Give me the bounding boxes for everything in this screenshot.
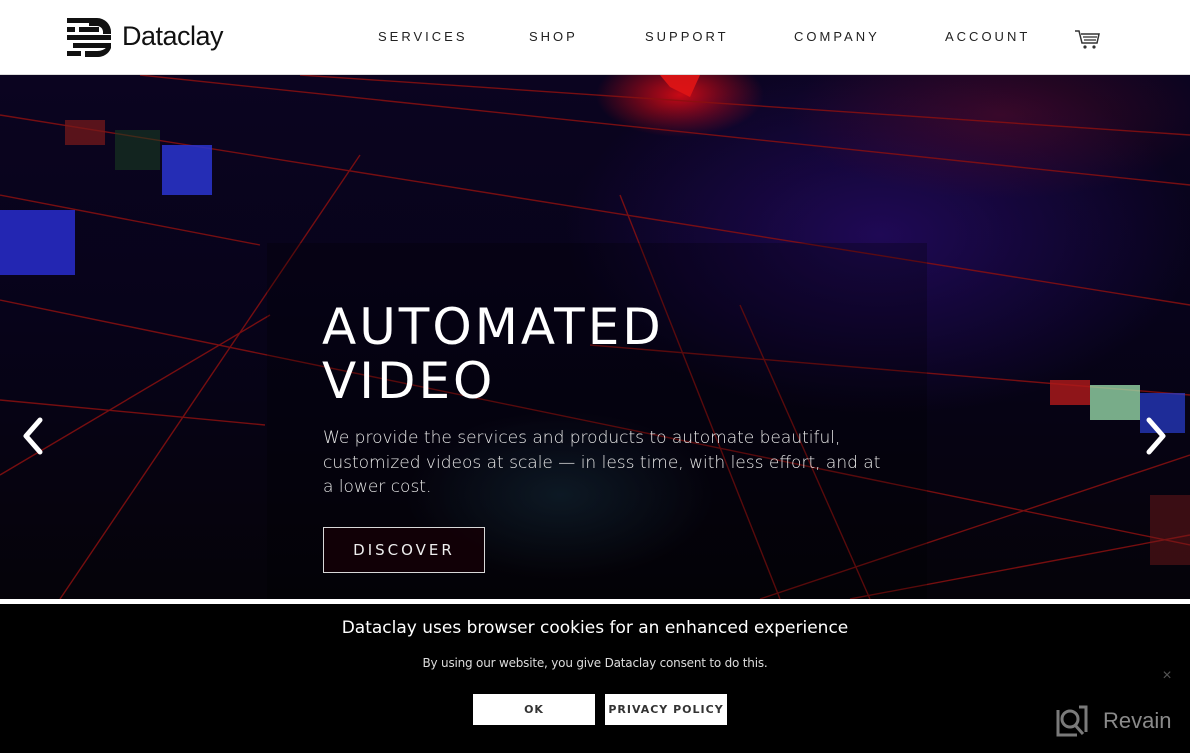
hero-description: We provide the services and products to … xyxy=(323,428,881,497)
privacy-policy-button[interactable]: PRIVACY POLICY xyxy=(605,694,727,725)
close-icon[interactable]: × xyxy=(1159,668,1175,684)
hero-title: AUTOMATED VIDEO xyxy=(322,300,664,408)
nav-shop[interactable]: SHOP xyxy=(529,29,578,44)
chevron-left-icon[interactable] xyxy=(20,416,46,456)
nav-support[interactable]: SUPPORT xyxy=(645,29,729,44)
brand-logo[interactable]: Dataclay xyxy=(67,16,224,59)
cookie-text: By using our website, you give Dataclay … xyxy=(422,656,768,670)
hero-title-line-2: VIDEO xyxy=(322,352,496,410)
revain-logo-icon xyxy=(1056,705,1088,737)
shopping-cart-icon[interactable] xyxy=(1074,28,1102,52)
revain-label: Revain xyxy=(1103,708,1172,733)
site-header: Dataclay SERVICES SHOP SUPPORT COMPANY A… xyxy=(0,0,1190,75)
hero-title-line-1: AUTOMATED xyxy=(322,298,664,356)
chevron-right-icon[interactable] xyxy=(1143,416,1169,456)
brand-name: Dataclay xyxy=(122,21,224,51)
nav-services[interactable]: SERVICES xyxy=(378,29,468,44)
nav-account[interactable]: ACCOUNT xyxy=(945,29,1030,44)
cookie-banner: Dataclay uses browser cookies for an enh… xyxy=(0,604,1190,753)
cookie-ok-button[interactable]: OK xyxy=(473,694,595,725)
nav-company[interactable]: COMPANY xyxy=(794,29,880,44)
revain-watermark: Revain xyxy=(1055,704,1171,738)
cookie-title: Dataclay uses browser cookies for an enh… xyxy=(341,618,849,638)
discover-button[interactable]: DISCOVER xyxy=(323,527,485,573)
dataclay-logo-icon xyxy=(67,18,111,58)
